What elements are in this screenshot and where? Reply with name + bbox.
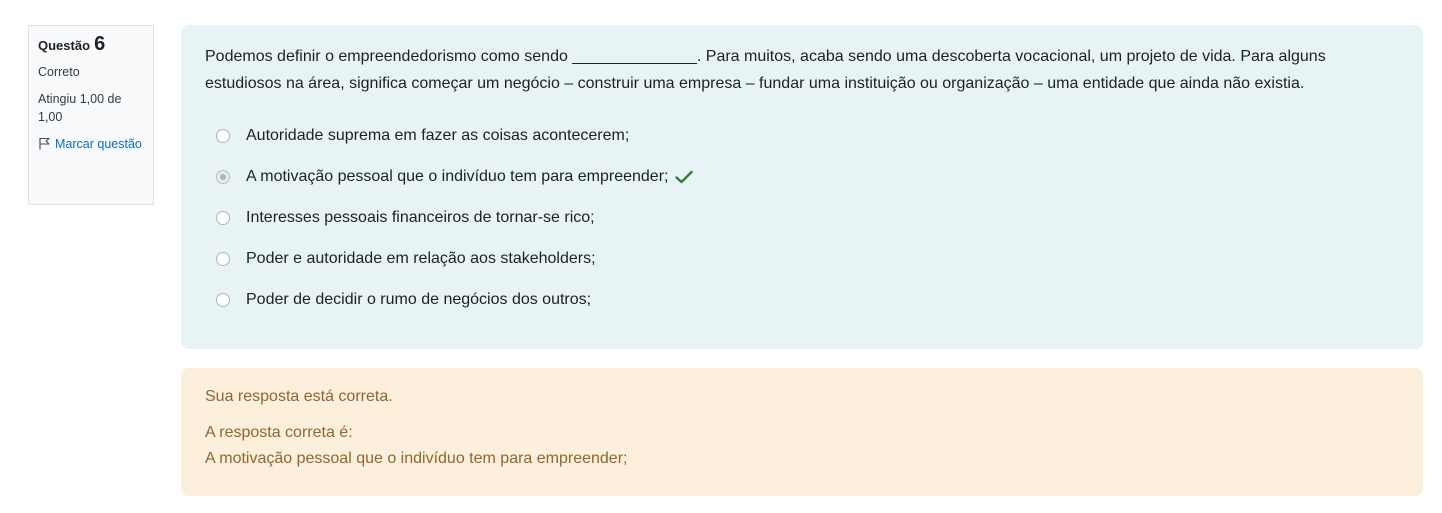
question-formulation: Podemos definir o empreendedorismo como … xyxy=(181,25,1423,349)
answer-radio[interactable] xyxy=(216,292,230,307)
checkmark-icon xyxy=(675,170,694,184)
answer-option[interactable]: Autoridade suprema em fazer as coisas ac… xyxy=(216,115,1399,156)
answer-option-label: Autoridade suprema em fazer as coisas ac… xyxy=(246,126,630,144)
flag-icon xyxy=(38,137,55,151)
flag-question-link[interactable]: Marcar questão xyxy=(38,134,145,154)
answer-option-label: Interesses pessoais financeiros de torna… xyxy=(246,208,595,226)
right-answer-text: A motivação pessoal que o indivíduo tem … xyxy=(205,450,628,467)
question-number-heading: Questão 6 xyxy=(38,34,145,54)
question-info-panel: Questão 6 Correto Atingiu 1,00 de 1,00 M… xyxy=(28,25,154,205)
answer-option[interactable]: Interesses pessoais financeiros de torna… xyxy=(216,197,1399,238)
answer-option[interactable]: Poder de decidir o rumo de negócios dos … xyxy=(216,279,1399,320)
answer-radio-selected[interactable] xyxy=(216,169,230,184)
answer-option-label: Poder e autoridade em relação aos stakeh… xyxy=(246,249,596,267)
right-answer-label: A resposta correta é: xyxy=(205,424,353,441)
general-feedback: Sua resposta está correta. xyxy=(205,388,393,405)
question-number: 6 xyxy=(94,33,106,55)
answer-option-selected[interactable]: A motivação pessoal que o indivíduo tem … xyxy=(216,156,1399,197)
answer-radio[interactable] xyxy=(216,128,230,143)
answer-options: Autoridade suprema em fazer as coisas ac… xyxy=(205,115,1399,320)
question-feedback-panel: Sua resposta está correta. A resposta co… xyxy=(181,368,1423,496)
question-state: Correto xyxy=(38,65,80,79)
question-text: Podemos definir o empreendedorismo como … xyxy=(205,48,1326,92)
question-label: Questão xyxy=(38,38,91,53)
question-grade: Atingiu 1,00 de 1,00 xyxy=(38,91,122,124)
answer-option-label: Poder de decidir o rumo de negócios dos … xyxy=(246,290,592,308)
flag-question-label: Marcar questão xyxy=(55,137,142,151)
answer-radio[interactable] xyxy=(216,210,230,225)
answer-radio[interactable] xyxy=(216,251,230,266)
answer-option-label: A motivação pessoal que o indivíduo tem … xyxy=(246,167,669,185)
answer-option[interactable]: Poder e autoridade em relação aos stakeh… xyxy=(216,238,1399,279)
